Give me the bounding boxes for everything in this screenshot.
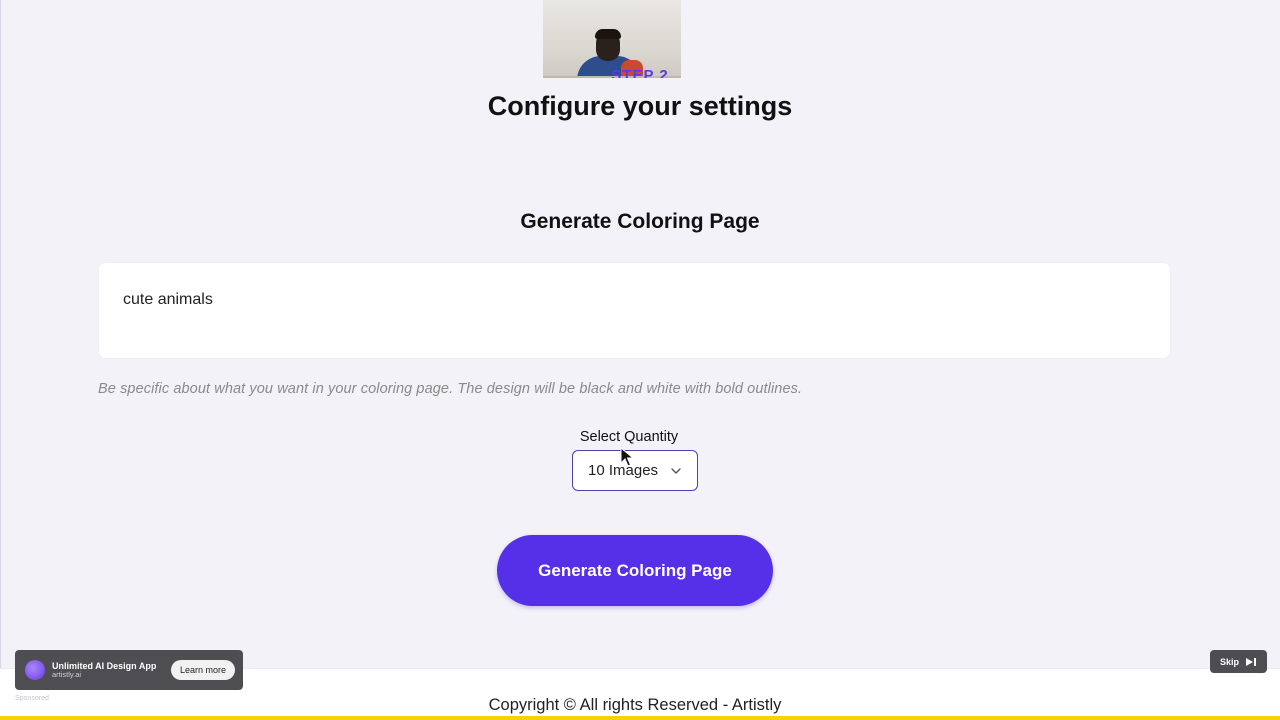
chevron-down-icon — [671, 467, 681, 474]
skip-ad-button[interactable]: Skip — [1210, 650, 1267, 673]
video-progress-bar — [0, 716, 1280, 720]
quantity-select[interactable]: 10 Images — [572, 450, 698, 491]
ad-logo-icon — [25, 660, 45, 680]
sponsored-ad[interactable]: Unlimited AI Design App artistly.ai Lear… — [15, 650, 243, 690]
footer-copyright: Copyright © All rights Reserved - Artist… — [488, 696, 782, 714]
section-title: Generate Coloring Page — [520, 210, 760, 233]
prompt-hint: Be specific about what you want in your … — [98, 381, 803, 397]
generate-coloring-page-button[interactable]: Generate Coloring Page — [497, 535, 773, 606]
prompt-input[interactable]: cute animals — [98, 262, 1171, 359]
skip-next-icon — [1246, 657, 1256, 666]
webcam-person-hair — [595, 29, 621, 39]
step-label: STEP 2 — [611, 67, 669, 78]
ad-domain: artistly.ai — [52, 669, 82, 679]
sponsored-label: Sponsored — [15, 695, 49, 702]
quantity-label: Select Quantity — [579, 429, 679, 445]
ad-learn-more-button[interactable]: Learn more — [170, 660, 235, 680]
skip-label: Skip — [1219, 656, 1239, 667]
mouse-cursor-icon — [620, 447, 634, 467]
page-title: Configure your settings — [487, 91, 793, 121]
